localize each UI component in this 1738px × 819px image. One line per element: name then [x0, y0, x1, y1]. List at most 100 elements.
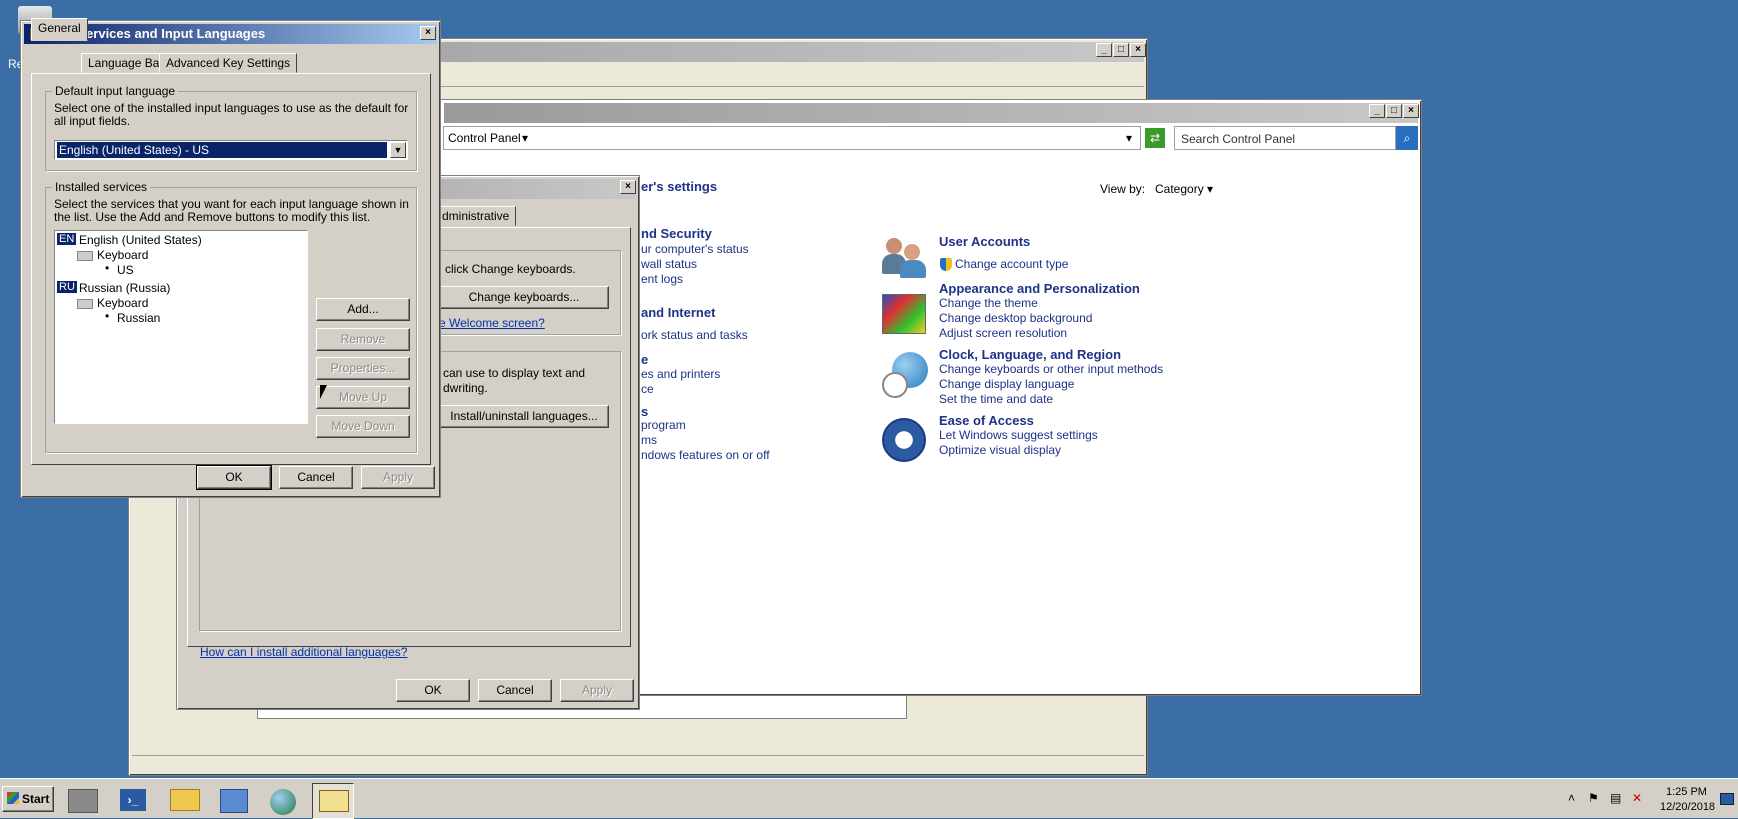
- globe-clock-icon[interactable]: [882, 352, 928, 398]
- chevron-down-icon[interactable]: ▾: [1207, 182, 1213, 196]
- text-services-task-icon[interactable]: [312, 783, 354, 819]
- region-cancel-button[interactable]: Cancel: [478, 679, 552, 702]
- tab-language-bar[interactable]: Language Bar: [81, 53, 171, 73]
- cp-maximize-icon[interactable]: □: [1386, 104, 1402, 118]
- cp-left-item[interactable]: ndows features on or off: [641, 448, 770, 462]
- cp-left-item[interactable]: wall status: [641, 257, 697, 271]
- tsil-apply-button[interactable]: Apply: [361, 466, 435, 489]
- network-icon[interactable]: ▤: [1610, 791, 1621, 805]
- change-background-link[interactable]: Change desktop background: [939, 311, 1092, 325]
- ease-of-access-icon[interactable]: [882, 418, 926, 462]
- volume-muted-icon[interactable]: ✕: [1632, 791, 1642, 805]
- search-placeholder: Search Control Panel: [1181, 132, 1296, 146]
- start-button[interactable]: Start: [2, 786, 54, 812]
- tree-item-keyboard-ru[interactable]: Keyboard: [97, 296, 148, 310]
- tree-item-english[interactable]: English (United States): [79, 233, 202, 247]
- suggest-settings-link[interactable]: Let Windows suggest settings: [939, 428, 1098, 442]
- add-button[interactable]: Add...: [316, 298, 410, 321]
- tsil-cancel-button[interactable]: Cancel: [279, 466, 353, 489]
- region-apply-button[interactable]: Apply: [560, 679, 634, 702]
- category-appearance[interactable]: Appearance and Personalization: [939, 281, 1140, 296]
- search-icon[interactable]: ⌕: [1396, 126, 1418, 150]
- welcome-screen-link[interactable]: e Welcome screen?: [439, 316, 545, 330]
- display-language-text-1: can use to display text and: [443, 366, 586, 380]
- control-panel-task-icon[interactable]: [214, 783, 256, 819]
- install-languages-help-link[interactable]: How can I install additional languages?: [200, 645, 407, 659]
- cp-left-item[interactable]: ork status and tasks: [641, 328, 748, 342]
- category-user-accounts[interactable]: User Accounts: [939, 234, 1030, 249]
- cp-left-item[interactable]: s: [641, 404, 648, 419]
- change-keyboards-link[interactable]: Change keyboards or other input methods: [939, 362, 1163, 376]
- control-panel-titlebar[interactable]: [444, 103, 1418, 123]
- change-display-language-link[interactable]: Change display language: [939, 377, 1074, 391]
- change-account-type-link[interactable]: Change account type: [955, 257, 1068, 271]
- installed-services-group: Installed services Select the services t…: [45, 180, 417, 453]
- address-dropdown-icon[interactable]: ▾: [1126, 131, 1132, 145]
- action-center-flag-icon[interactable]: ⚑: [1588, 791, 1599, 805]
- clock-time[interactable]: 1:25 PM: [1666, 786, 1707, 798]
- tree-item-russian-lang[interactable]: Russian (Russia): [79, 281, 170, 295]
- category-clock-language[interactable]: Clock, Language, and Region: [939, 347, 1121, 362]
- region-globe-task-icon[interactable]: [264, 783, 306, 819]
- view-by-dropdown[interactable]: Category ▾: [1155, 182, 1213, 196]
- breadcrumb[interactable]: Control Panel: [448, 131, 521, 145]
- powershell-icon[interactable]: ›_: [114, 783, 156, 819]
- cp-close-icon[interactable]: ×: [1403, 104, 1419, 118]
- page-heading: er's settings: [641, 179, 718, 194]
- server-manager-icon[interactable]: [62, 783, 104, 819]
- tree-item-us[interactable]: US: [117, 263, 134, 277]
- breadcrumb-chevron-icon[interactable]: ▾: [522, 131, 528, 145]
- change-theme-link[interactable]: Change the theme: [939, 296, 1038, 310]
- cp-left-item[interactable]: ce: [641, 382, 654, 396]
- cp-left-item[interactable]: ms: [641, 433, 657, 447]
- address-bar[interactable]: Control Panel ▾ ▾: [443, 126, 1141, 150]
- show-desktop-icon[interactable]: [1720, 793, 1734, 805]
- cp-left-item[interactable]: e: [641, 352, 648, 367]
- cp-minimize-icon[interactable]: _: [1369, 104, 1385, 118]
- services-tree[interactable]: EN English (United States) Keyboard US •…: [54, 230, 308, 424]
- tree-item-keyboard-en[interactable]: Keyboard: [97, 248, 148, 262]
- tree-item-russian[interactable]: Russian: [117, 311, 160, 325]
- maximize-icon[interactable]: □: [1113, 43, 1129, 57]
- minimize-icon[interactable]: _: [1096, 43, 1112, 57]
- properties-button[interactable]: Properties...: [316, 357, 410, 380]
- change-keyboards-button[interactable]: Change keyboards...: [439, 286, 609, 309]
- appearance-icon[interactable]: [882, 294, 926, 334]
- region-ok-button[interactable]: OK: [396, 679, 470, 702]
- install-languages-button[interactable]: Install/uninstall languages...: [439, 405, 609, 428]
- region-close-icon[interactable]: ×: [620, 180, 636, 194]
- set-time-date-link[interactable]: Set the time and date: [939, 392, 1053, 406]
- adjust-resolution-link[interactable]: Adjust screen resolution: [939, 326, 1067, 340]
- view-by-value[interactable]: Category: [1155, 182, 1204, 196]
- move-up-button[interactable]: Move Up: [316, 386, 410, 409]
- tsil-close-icon[interactable]: ×: [420, 26, 436, 40]
- user-accounts-icon[interactable]: [882, 234, 926, 278]
- tray-chevron-icon[interactable]: ˄: [1568, 791, 1575, 805]
- tab-advanced-key-settings[interactable]: Advanced Key Settings: [159, 53, 298, 73]
- cp-left-item[interactable]: nd Security: [641, 226, 712, 241]
- file-explorer-icon[interactable]: [164, 783, 206, 819]
- cp-left-item[interactable]: es and printers: [641, 367, 720, 381]
- tab-general[interactable]: General: [31, 18, 88, 41]
- lang-badge-ru: RU: [57, 281, 77, 293]
- category-ease-of-access[interactable]: Ease of Access: [939, 413, 1034, 428]
- bullet-icon: •: [105, 261, 110, 275]
- tsil-ok-button[interactable]: OK: [196, 465, 272, 490]
- start-label[interactable]: Start: [22, 792, 49, 806]
- clock-date[interactable]: 12/20/2018: [1660, 801, 1715, 813]
- close-icon[interactable]: ×: [1130, 43, 1146, 57]
- dropdown-arrow-icon[interactable]: ▼: [390, 142, 406, 158]
- search-input[interactable]: Search Control Panel: [1174, 126, 1396, 150]
- optimize-display-link[interactable]: Optimize visual display: [939, 443, 1061, 457]
- cp-left-item[interactable]: ent logs: [641, 272, 683, 286]
- cp-left-item[interactable]: and Internet: [641, 305, 715, 320]
- move-down-button[interactable]: Move Down: [316, 415, 410, 438]
- default-input-select[interactable]: English (United States) - US ▼: [54, 140, 408, 160]
- refresh-icon[interactable]: ⇄: [1145, 128, 1165, 148]
- bullet-icon: •: [105, 309, 110, 323]
- tab-administrative[interactable]: dministrative: [435, 206, 517, 226]
- remove-button[interactable]: Remove: [316, 328, 410, 351]
- cp-left-item[interactable]: program: [641, 418, 686, 432]
- text-services-dialog[interactable]: Text Services and Input Languages × Gene…: [20, 18, 441, 498]
- cp-left-item[interactable]: ur computer's status: [641, 242, 749, 256]
